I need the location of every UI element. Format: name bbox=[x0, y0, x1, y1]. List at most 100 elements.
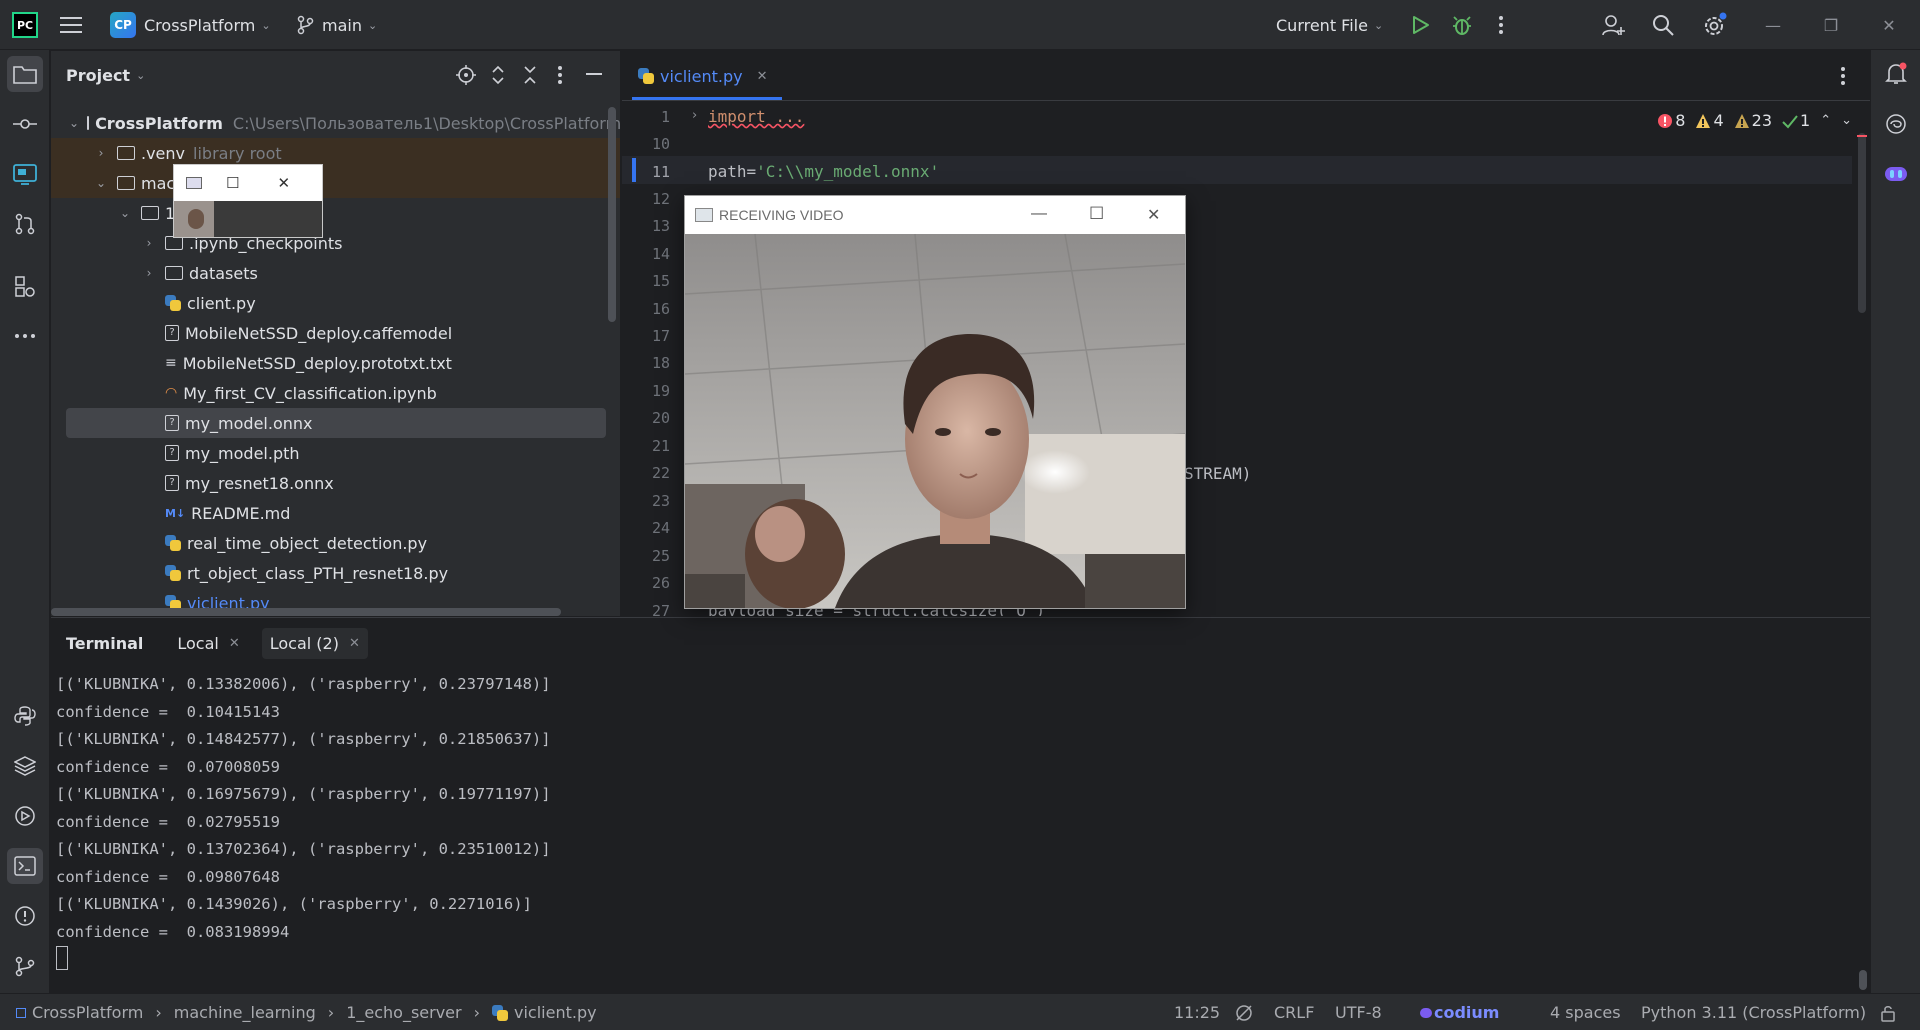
more-icon[interactable] bbox=[1498, 0, 1504, 50]
project-tool-icon[interactable] bbox=[7, 56, 43, 92]
chevron-right-icon: › bbox=[327, 1003, 335, 1022]
tree-item-venv[interactable]: › .venv library root bbox=[51, 138, 620, 168]
expand-all-icon[interactable] bbox=[491, 65, 505, 89]
tree-item[interactable]: ≡ MobileNetSSD_deploy.prototxt.txt bbox=[51, 348, 620, 378]
previous-highlight-icon[interactable]: ⌃ bbox=[1820, 113, 1831, 128]
close-tab-icon[interactable]: ✕ bbox=[229, 636, 240, 651]
terminal-tool-icon[interactable] bbox=[7, 848, 43, 884]
minimize-icon[interactable]: — bbox=[1744, 0, 1802, 50]
fold-icon[interactable]: › bbox=[692, 108, 697, 123]
tree-item-echo-server[interactable]: ⌄ 1 bbox=[51, 198, 620, 228]
ai-assistant-icon[interactable] bbox=[1878, 106, 1914, 142]
editor-tab-label: viclient.py bbox=[660, 66, 743, 86]
warning-icon bbox=[1696, 113, 1711, 128]
tree-item[interactable]: client.py bbox=[51, 288, 620, 318]
breadcrumb-item[interactable]: machine_learning bbox=[174, 1003, 316, 1022]
editor-scrollbar[interactable] bbox=[1858, 133, 1866, 313]
collapse-all-icon[interactable] bbox=[523, 65, 537, 89]
tree-item[interactable]: ? my_model.pth bbox=[51, 438, 620, 468]
app-logo-icon[interactable]: PC bbox=[12, 0, 38, 50]
mini-window-titlebar[interactable]: ☐ ✕ bbox=[174, 165, 322, 201]
breadcrumb-item[interactable]: 1_echo_server bbox=[346, 1003, 461, 1022]
editor-options-icon[interactable] bbox=[1840, 66, 1846, 90]
tree-item[interactable]: real_time_object_detection.py bbox=[51, 528, 620, 558]
tree-item[interactable]: › .ipynb_checkpoints bbox=[51, 228, 620, 258]
hide-panel-icon[interactable] bbox=[586, 73, 602, 75]
restore-icon[interactable]: ❐ bbox=[1802, 0, 1860, 50]
tree-item[interactable]: ◠ My_first_CV_classification.ipynb bbox=[51, 378, 620, 408]
branch-name: main bbox=[322, 15, 362, 35]
tree-item-machine-learning[interactable]: ⌄ mac bbox=[51, 168, 620, 198]
file-encoding[interactable]: UTF-8 bbox=[1335, 994, 1382, 1030]
run-icon[interactable] bbox=[1410, 0, 1430, 50]
chevron-down-icon[interactable]: ⌄ bbox=[136, 69, 145, 82]
branch-switcher[interactable]: main ⌄ bbox=[296, 0, 377, 50]
tree-item[interactable]: › datasets bbox=[51, 258, 620, 288]
learn-icon[interactable] bbox=[7, 156, 43, 192]
weak-warnings-count: 23 bbox=[1734, 111, 1772, 130]
terminal-tab-local[interactable]: Local ✕ bbox=[177, 634, 239, 653]
chevron-down-icon: ⌄ bbox=[95, 176, 107, 190]
next-highlight-icon[interactable]: ⌄ bbox=[1841, 113, 1852, 128]
breadcrumb-item[interactable]: viclient.py bbox=[514, 1003, 597, 1022]
settings-icon[interactable] bbox=[1702, 0, 1728, 50]
codium-icon[interactable] bbox=[1878, 156, 1914, 192]
close-icon[interactable]: ✕ bbox=[1860, 0, 1918, 50]
unknown-file-icon: ? bbox=[165, 445, 179, 461]
services-icon[interactable] bbox=[7, 798, 43, 834]
lock-icon[interactable] bbox=[1880, 994, 1898, 1030]
close-icon[interactable]: ✕ bbox=[277, 174, 290, 192]
notifications-icon[interactable] bbox=[1878, 56, 1914, 92]
commit-icon[interactable] bbox=[7, 106, 43, 142]
python-packages-icon[interactable] bbox=[7, 748, 43, 784]
debug-icon[interactable] bbox=[1452, 0, 1472, 50]
maximize-icon[interactable]: ☐ bbox=[1089, 204, 1104, 224]
hamburger-icon[interactable] bbox=[60, 0, 82, 50]
tree-item[interactable]: M↓ README.md bbox=[51, 498, 620, 528]
no-inspections-icon[interactable] bbox=[1234, 994, 1254, 1030]
project-switcher[interactable]: CP CrossPlatform ⌄ bbox=[110, 0, 271, 50]
codium-status[interactable]: codium bbox=[1420, 994, 1499, 1030]
project-horizontal-scrollbar[interactable] bbox=[51, 608, 561, 616]
close-tab-icon[interactable]: ✕ bbox=[757, 69, 768, 84]
tree-item[interactable]: ? MobileNetSSD_deploy.caffemodel bbox=[51, 318, 620, 348]
terminal-tab-local-2[interactable]: Local (2) ✕ bbox=[261, 627, 368, 659]
locate-icon[interactable] bbox=[456, 65, 476, 89]
minimize-icon[interactable]: — bbox=[1031, 205, 1047, 223]
tree-item[interactable]: ? my_model.onnx bbox=[66, 408, 606, 438]
tree-item[interactable]: ? my_resnet18.onnx bbox=[51, 468, 620, 498]
run-config-select[interactable]: Current File ⌄ bbox=[1276, 0, 1383, 50]
code-line-11[interactable]: path='C:\\my_model.onnx' bbox=[708, 162, 939, 181]
structure-icon[interactable] bbox=[7, 268, 43, 304]
mini-video-window[interactable]: ☐ ✕ bbox=[173, 164, 323, 238]
close-tab-icon[interactable]: ✕ bbox=[349, 636, 360, 651]
add-user-icon[interactable] bbox=[1602, 0, 1626, 50]
maximize-icon[interactable]: ☐ bbox=[226, 174, 239, 192]
indent-setting[interactable]: 4 spaces bbox=[1550, 994, 1621, 1030]
options-icon[interactable] bbox=[557, 65, 563, 89]
breadcrumb-item[interactable]: CrossPlatform bbox=[32, 1003, 143, 1022]
git-icon[interactable] bbox=[7, 948, 43, 984]
python-console-icon[interactable] bbox=[7, 698, 43, 734]
problems-icon[interactable] bbox=[7, 898, 43, 934]
inspection-widget[interactable]: 8 4 23 1 ⌃ ⌄ bbox=[1657, 111, 1852, 130]
tree-root-path: C:\Users\Пользователь1\Desktop\CrossPlat… bbox=[232, 113, 621, 133]
terminal-scrollbar[interactable] bbox=[1859, 970, 1867, 990]
close-icon[interactable]: ✕ bbox=[1147, 205, 1160, 225]
project-vertical-scrollbar[interactable] bbox=[608, 107, 616, 322]
project-panel-title[interactable]: Project bbox=[66, 66, 130, 85]
pull-requests-icon[interactable] bbox=[7, 206, 43, 242]
code-line-1[interactable]: import ... bbox=[708, 107, 804, 126]
tree-item[interactable]: rt_object_class_PTH_resnet18.py bbox=[51, 558, 620, 588]
search-icon[interactable] bbox=[1652, 0, 1674, 50]
python-interpreter[interactable]: Python 3.11 (CrossPlatform) bbox=[1641, 994, 1866, 1030]
receiving-video-window[interactable]: RECEIVING VIDEO — ☐ ✕ bbox=[684, 195, 1186, 609]
caret-position[interactable]: 11:25 bbox=[1174, 994, 1220, 1030]
line-ending[interactable]: CRLF bbox=[1274, 994, 1314, 1030]
video-frame bbox=[685, 234, 1185, 608]
code-line-22-fragment[interactable]: STREAM) bbox=[1184, 464, 1251, 483]
video-window-titlebar[interactable]: RECEIVING VIDEO — ☐ ✕ bbox=[685, 196, 1185, 234]
more-tools-icon[interactable] bbox=[7, 318, 43, 354]
tree-root[interactable]: ⌄ CrossPlatform C:\Users\Пользователь1\D… bbox=[51, 108, 621, 138]
editor-tab-viclient[interactable]: viclient.py ✕ bbox=[638, 51, 767, 101]
